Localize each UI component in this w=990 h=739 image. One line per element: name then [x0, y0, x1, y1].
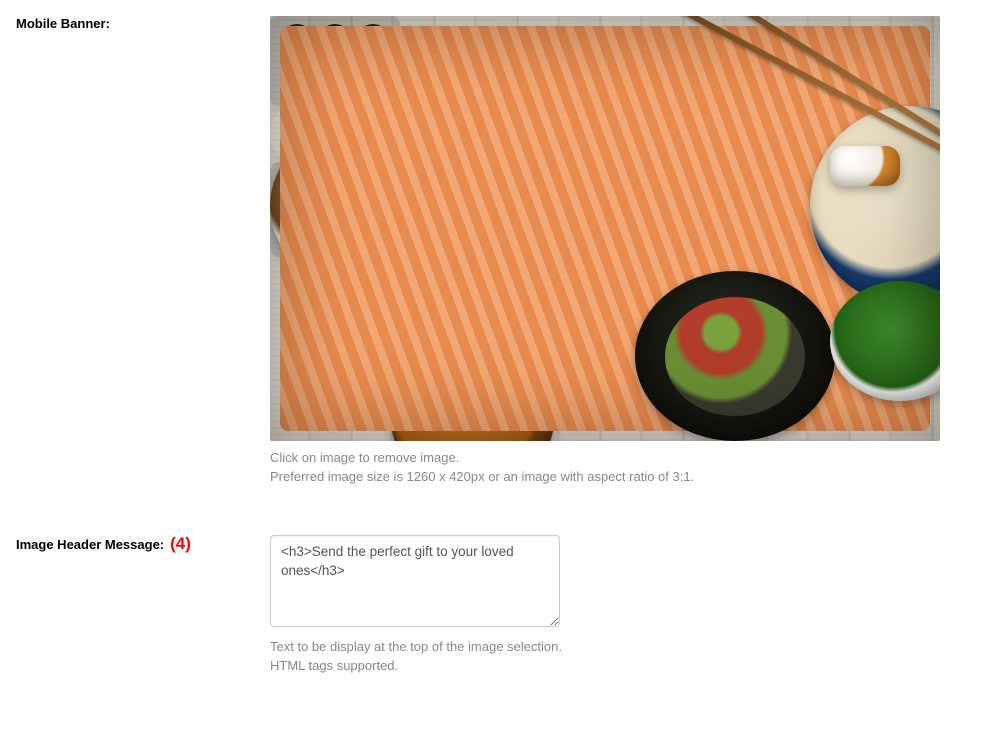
mobile-banner-hint-line2: Preferred image size is 1260 x 420px or … [270, 469, 694, 484]
mobile-banner-image[interactable] [270, 16, 940, 441]
image-header-message-row: Image Header Message: (4) Text to be dis… [16, 535, 946, 676]
mobile-banner-label-col: Mobile Banner: [16, 16, 270, 31]
image-header-message-label-col: Image Header Message: (4) [16, 535, 270, 552]
mobile-banner-hint-line1: Click on image to remove image. [270, 450, 459, 465]
chopsticks-icon [669, 16, 940, 142]
image-header-message-annotation: (4) [170, 535, 191, 552]
image-header-message-hint-line2: HTML tags supported. [270, 658, 398, 673]
image-header-message-hint-line1: Text to be display at the top of the ima… [270, 639, 562, 654]
food-chili-sauce [640, 306, 730, 391]
food-spring-roll [270, 106, 420, 162]
food-curry-bowl [390, 331, 555, 441]
food-sushi-plate [270, 16, 400, 106]
food-noodle-bowl [270, 126, 440, 286]
image-header-message-label: Image Header Message: [16, 537, 164, 552]
mobile-banner-field: Click on image to remove image. Preferre… [270, 16, 946, 487]
food-seaweed-bowl [830, 281, 940, 401]
food-pickled-ginger [830, 146, 900, 186]
image-header-message-input[interactable] [270, 535, 560, 627]
mobile-banner-hint: Click on image to remove image. Preferre… [270, 449, 946, 487]
mobile-banner-row: Mobile Banner: Click on image [16, 16, 946, 487]
image-header-message-hint: Text to be display at the top of the ima… [270, 638, 946, 676]
food-stir-fry-bowl [635, 271, 835, 441]
food-soup-bowl [660, 32, 810, 152]
food-rice-bowl [470, 36, 590, 146]
image-header-message-field: Text to be display at the top of the ima… [270, 535, 946, 676]
food-ramen-bowl [810, 106, 940, 306]
mobile-banner-label: Mobile Banner: [16, 16, 110, 31]
food-shrimp-plate [270, 162, 390, 257]
